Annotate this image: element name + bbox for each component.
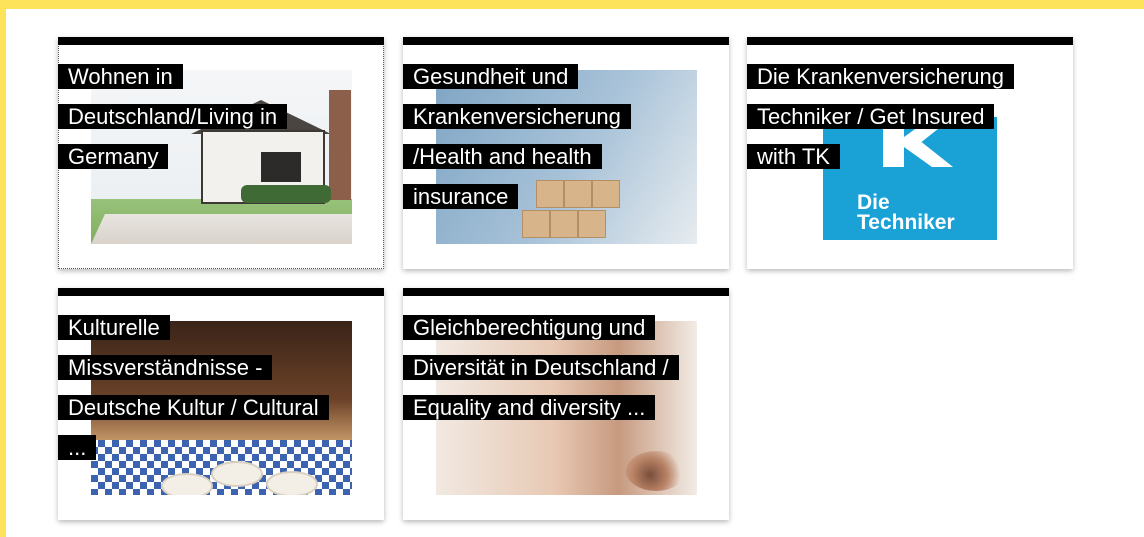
course-card-health-insurance[interactable]: Gesundheit und Krankenversicherung /Heal… [403, 37, 729, 269]
top-accent-bar [0, 0, 1144, 9]
card-title: Die Krankenversicherung Techniker / Get … [747, 57, 1073, 177]
card-title: Kulturelle Missverständnisse - Deutsche … [58, 308, 384, 468]
course-card-techniker-insurance[interactable]: Die Techniker Die Krankenversicherung Te… [747, 37, 1073, 269]
card-top-border [58, 37, 384, 45]
course-card-equality-diversity[interactable]: Gleichberechtigung und Diversität in Deu… [403, 288, 729, 520]
card-title: Gesundheit und Krankenversicherung /Heal… [403, 57, 729, 217]
logo-text-techniker: Techniker [857, 211, 955, 234]
course-card-cultural-misunderstandings[interactable]: Kulturelle Missverständnisse - Deutsche … [58, 288, 384, 520]
course-card-living-in-germany[interactable]: Wohnen in Deutschland/Living in Germany [58, 37, 384, 269]
card-top-border [58, 288, 384, 296]
page: Wohnen in Deutschland/Living in Germany … [0, 0, 1144, 537]
card-top-border [403, 37, 729, 45]
card-title: Gleichberechtigung und Diversität in Deu… [403, 308, 729, 428]
card-top-border [747, 37, 1073, 45]
card-top-border [403, 288, 729, 296]
card-title: Wohnen in Deutschland/Living in Germany [58, 57, 384, 177]
left-accent-bar [0, 0, 6, 537]
